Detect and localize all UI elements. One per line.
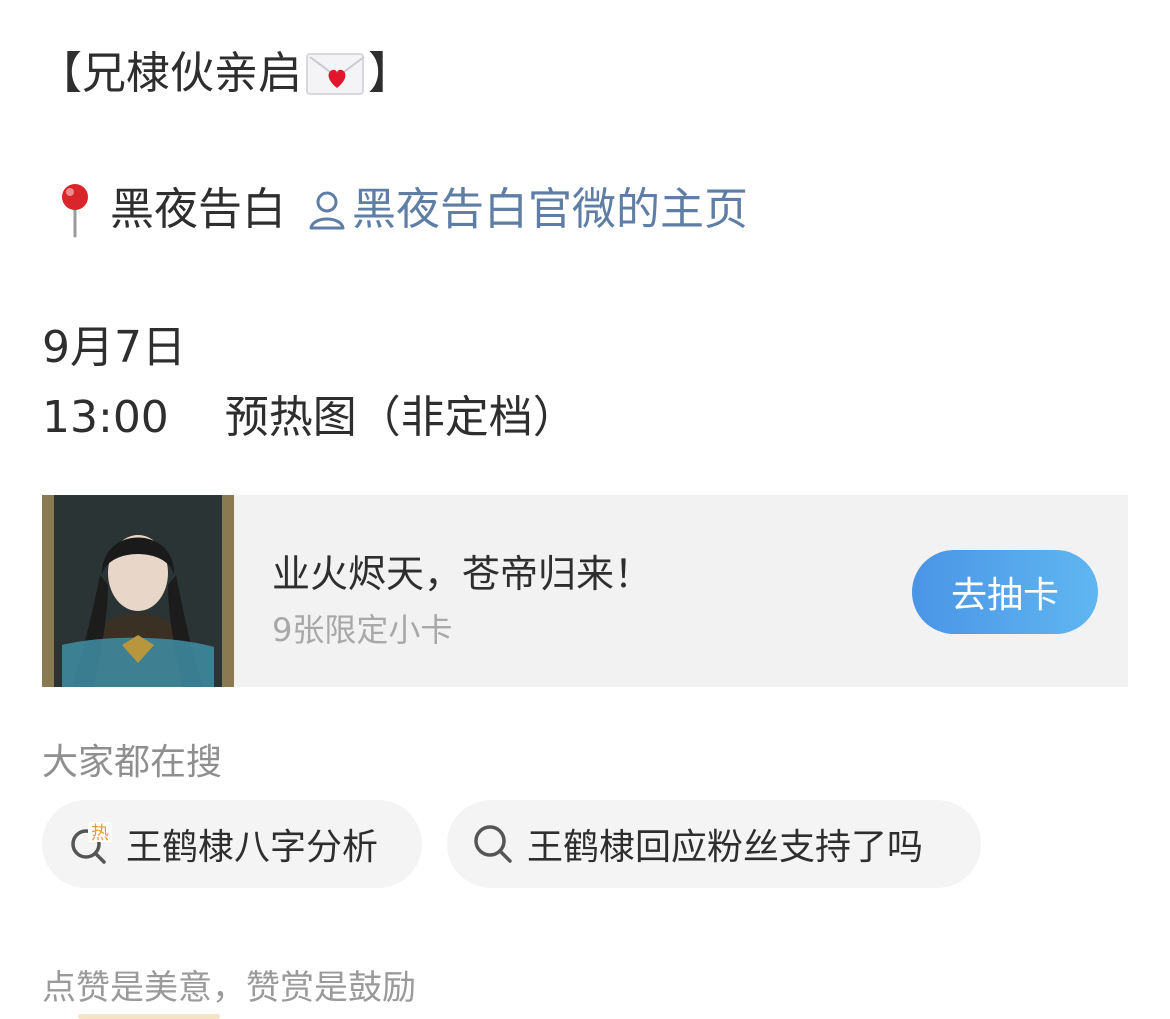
love-letter-envelope-icon [306,53,365,95]
location-name: 黑夜告白 [110,184,286,235]
card-subtitle: 9张限定小卡 [272,611,453,649]
reward-hint-text: 点赞是美意，赞赏是鼓励 [42,968,416,1008]
draw-card-button[interactable]: 去抽卡 [912,550,1098,634]
red-pin-icon [62,184,88,238]
post-time-line: 13:00 预热图（非定档） [42,392,577,443]
promo-card[interactable]: 业火烬天，苍帝归来！ 9张限定小卡 去抽卡 [42,495,1128,687]
post-date: 9月7日 [42,322,186,373]
headline-text-close: 】 [368,48,412,99]
search-chip-2[interactable]: 王鹤棣回应粉丝支持了吗 [447,800,981,888]
reward-button-edge[interactable] [78,1014,220,1019]
search-chip-1-label: 王鹤棣八字分析 [126,827,379,868]
person-outline-icon [309,191,345,230]
trending-searches-heading: 大家都在搜 [42,742,223,783]
location-row: 黑夜告白 黑夜告白官微的主页 [52,180,748,240]
card-title: 业火烬天，苍帝归来！ [272,552,653,596]
official-homepage-link-text: 黑夜告白官微的主页 [352,184,748,235]
post-content: 【兄棣伙亲启 】 黑夜告白 黑夜告白官微的主页 9月7日 13:00 预热图（非… [0,0,1170,1019]
search-chip-1[interactable]: 热 王鹤棣八字分析 [42,800,422,888]
headline-text-open: 【兄棣伙亲启 [38,48,302,99]
post-headline: 【兄棣伙亲启 】 [38,46,412,102]
search-icon [474,825,512,863]
hot-search-icon: 热 [71,822,112,864]
svg-text:热: 热 [91,823,109,844]
official-homepage-link[interactable]: 黑夜告白官微的主页 [306,180,748,240]
character-portrait-image [42,495,234,687]
search-chip-2-label: 王鹤棣回应粉丝支持了吗 [527,827,924,868]
